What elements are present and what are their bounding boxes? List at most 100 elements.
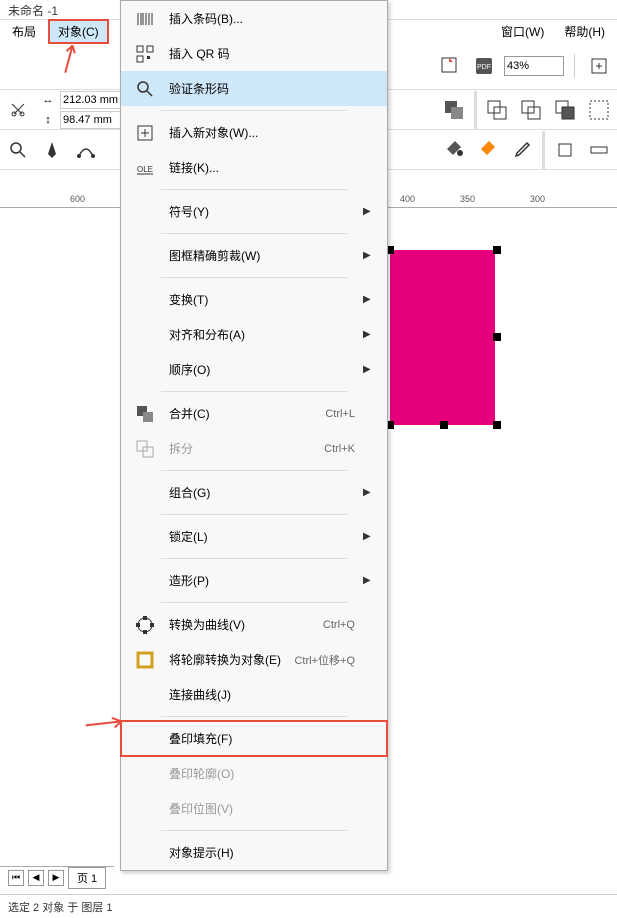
menu-label: 插入新对象(W)... — [161, 124, 363, 141]
menu-item-18[interactable]: 叠印填充(F) — [121, 721, 387, 756]
ruler-tick: 600 — [70, 194, 85, 204]
menu-separator — [161, 470, 347, 471]
menu-separator — [161, 110, 347, 111]
combine-icon — [129, 404, 161, 424]
submenu-arrow-icon: ▶ — [363, 206, 379, 217]
submenu-arrow-icon: ▶ — [363, 531, 379, 542]
menu-item-16[interactable]: 将轮廓转换为对象(E)Ctrl+位移+Q — [121, 642, 387, 677]
trim-icon[interactable] — [517, 96, 545, 124]
height-label: ↕ — [38, 114, 58, 126]
menu-item-7[interactable]: 变换(T)▶ — [121, 282, 387, 317]
menu-label: 造形(P) — [161, 572, 363, 589]
selection-handle-se[interactable] — [493, 421, 501, 429]
tab-first[interactable]: ⏮ — [8, 870, 24, 886]
scissors-icon[interactable] — [4, 96, 32, 124]
crop-icon[interactable] — [551, 136, 579, 164]
selected-rectangle[interactable] — [390, 250, 495, 425]
pdf-icon[interactable]: PDF — [470, 52, 498, 80]
menu-label: 变换(T) — [161, 291, 363, 308]
menu-label: 图框精确剪裁(W) — [161, 247, 363, 264]
insert-icon — [129, 123, 161, 143]
menu-item-11: 拆分Ctrl+K — [121, 431, 387, 466]
menu-item-12[interactable]: 组合(G)▶ — [121, 475, 387, 510]
menu-label: 连接曲线(J) — [161, 686, 363, 703]
ole-icon: OLE — [129, 161, 161, 175]
zoom-icon[interactable] — [4, 136, 32, 164]
menu-separator — [161, 233, 347, 234]
menu-item-9[interactable]: 顺序(O)▶ — [121, 352, 387, 387]
bezier-icon[interactable] — [72, 136, 100, 164]
submenu-arrow-icon: ▶ — [363, 250, 379, 261]
ruler-icon[interactable] — [585, 136, 613, 164]
menu-separator — [161, 514, 347, 515]
menu-separator — [161, 277, 347, 278]
menu-label: 组合(G) — [161, 484, 363, 501]
menu-item-3[interactable]: 插入新对象(W)... — [121, 115, 387, 150]
barcode-icon — [129, 9, 161, 29]
menu-separator — [161, 602, 347, 603]
fullscreen-icon[interactable] — [585, 52, 613, 80]
menu-item-15[interactable]: 转换为曲线(V)Ctrl+Q — [121, 607, 387, 642]
menu-item-4[interactable]: OLE 链接(K)... — [121, 150, 387, 185]
menu-shortcut: Ctrl+Q — [323, 619, 363, 631]
tab-next[interactable]: ▶ — [48, 870, 64, 886]
submenu-arrow-icon: ▶ — [363, 364, 379, 375]
menu-item-17[interactable]: 连接曲线(J) — [121, 677, 387, 712]
menu-item-5[interactable]: 符号(Y)▶ — [121, 194, 387, 229]
svg-text:PDF: PDF — [477, 64, 491, 71]
menu-item-6[interactable]: 图框精确剪裁(W)▶ — [121, 238, 387, 273]
gradient-icon[interactable] — [474, 136, 502, 164]
menu-item-0[interactable]: 插入条码(B)... — [121, 1, 387, 36]
intersect-icon[interactable] — [551, 96, 579, 124]
menu-label: 叠印轮廓(O) — [161, 765, 363, 782]
curve-icon — [129, 615, 161, 635]
menu-shortcut: Ctrl+位移+Q — [294, 652, 363, 668]
ruler-tick: 300 — [530, 194, 545, 204]
eyedropper-icon[interactable] — [508, 136, 536, 164]
menu-window[interactable]: 窗口(W) — [493, 21, 552, 42]
menu-item-13[interactable]: 锁定(L)▶ — [121, 519, 387, 554]
qr-icon — [129, 44, 161, 64]
combine-shapes-icon[interactable] — [440, 96, 468, 124]
menu-label: 转换为曲线(V) — [161, 616, 323, 633]
menu-item-14[interactable]: 造形(P)▶ — [121, 563, 387, 598]
menu-item-2[interactable]: 验证条形码 — [121, 71, 387, 106]
selection-handle-e[interactable] — [493, 333, 501, 341]
menu-item-10[interactable]: 合并(C)Ctrl+L — [121, 396, 387, 431]
width-label: ↔ — [38, 94, 58, 106]
menu-label: 验证条形码 — [161, 80, 363, 97]
ruler-tick: 400 — [400, 194, 415, 204]
menu-separator — [161, 558, 347, 559]
submenu-arrow-icon: ▶ — [363, 329, 379, 340]
menu-label: 合并(C) — [161, 405, 325, 422]
fill-icon[interactable] — [440, 136, 468, 164]
menu-layout[interactable]: 布局 — [4, 21, 44, 42]
export-icon[interactable] — [436, 52, 464, 80]
menu-help[interactable]: 帮助(H) — [556, 21, 613, 42]
menu-shortcut: Ctrl+K — [324, 443, 363, 455]
menu-label: 叠印填充(F) — [161, 730, 363, 747]
weld-icon[interactable] — [483, 96, 511, 124]
menu-item-1[interactable]: 插入 QR 码 — [121, 36, 387, 71]
document-title: 未命名 -1 — [8, 4, 58, 18]
menu-item-21[interactable]: 对象提示(H) — [121, 835, 387, 870]
selection-handle-s[interactable] — [440, 421, 448, 429]
menu-separator — [161, 830, 347, 831]
selection-handle-ne[interactable] — [493, 246, 501, 254]
simplify-icon[interactable] — [585, 96, 613, 124]
menu-label: 锁定(L) — [161, 528, 363, 545]
menu-separator — [161, 391, 347, 392]
tab-prev[interactable]: ◀ — [28, 870, 44, 886]
menu-separator — [161, 716, 347, 717]
menu-shortcut: Ctrl+L — [325, 408, 363, 420]
menu-label: 链接(K)... — [161, 159, 363, 176]
menu-label: 将轮廓转换为对象(E) — [161, 651, 294, 668]
zoom-select[interactable] — [504, 56, 564, 76]
submenu-arrow-icon: ▶ — [363, 487, 379, 498]
svg-text:OLE: OLE — [137, 165, 153, 174]
menu-item-8[interactable]: 对齐和分布(A)▶ — [121, 317, 387, 352]
tab-page-1[interactable]: 页 1 — [68, 867, 106, 889]
menu-item-19: 叠印轮廓(O) — [121, 756, 387, 791]
menu-label: 对象提示(H) — [161, 844, 363, 861]
pen-icon[interactable] — [38, 136, 66, 164]
